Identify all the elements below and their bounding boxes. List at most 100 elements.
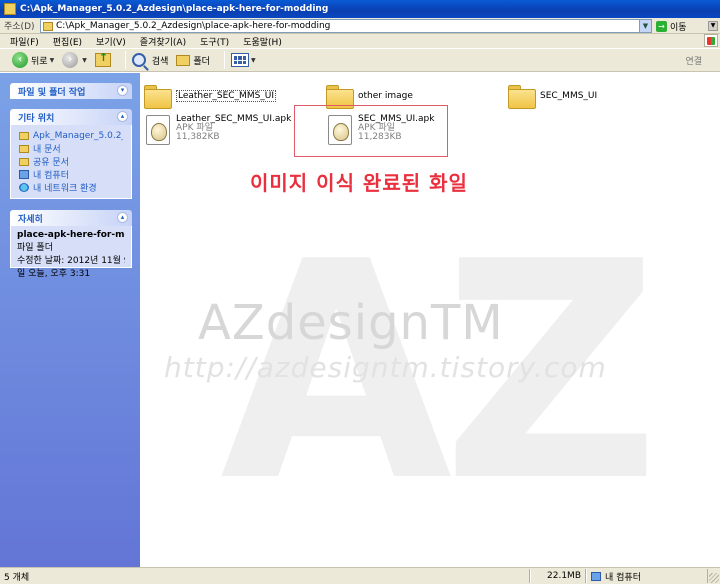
folders-button[interactable]: 폴더 xyxy=(176,54,210,67)
forward-button[interactable]: › ▼ xyxy=(62,52,87,68)
place-label: 내 문서 xyxy=(33,145,61,155)
folder-label: other image xyxy=(358,91,413,101)
address-path: C:\Apk_Manager_5.0.2_Azdesign\place-apk-… xyxy=(56,21,331,31)
annotation-highlight-box xyxy=(294,105,448,157)
file-item-leather-apk[interactable]: Leather_SEC_MMS_UI.apk APK 파일 11,382KB xyxy=(146,115,291,145)
menu-edit[interactable]: 편집(E) xyxy=(53,35,82,48)
computer-icon xyxy=(19,170,29,179)
toolbar: ‹ 뒤로 ▼ › ▼ 검색 폴더 ▼ 연결 xyxy=(0,48,720,72)
place-link-my-network[interactable]: 내 네트워크 환경 xyxy=(19,181,123,194)
windows-logo-icon xyxy=(704,34,718,47)
status-location: 내 컴퓨터 xyxy=(586,569,708,583)
status-bar: 5 개체 22.1MB 내 컴퓨터 xyxy=(0,567,720,584)
details-name: place-apk-here-for-mod xyxy=(17,230,125,240)
status-count: 5 개체 xyxy=(0,569,530,583)
menu-view[interactable]: 보기(V) xyxy=(96,35,126,48)
menu-tools[interactable]: 도구(T) xyxy=(200,35,229,48)
back-arrow-icon: ‹ xyxy=(12,52,28,68)
folder-icon xyxy=(176,54,191,66)
chevron-down-icon[interactable]: ▼ xyxy=(639,20,651,32)
toolbar-separator xyxy=(223,51,225,69)
computer-icon xyxy=(591,571,601,581)
folder-icon xyxy=(19,157,29,166)
menu-file[interactable]: 파일(F) xyxy=(10,35,39,48)
up-folder-icon xyxy=(94,51,111,67)
folder-icon xyxy=(19,144,29,153)
address-label: 주소(D) xyxy=(4,22,35,32)
folder-icon xyxy=(144,85,172,109)
folder-icon xyxy=(43,21,53,31)
chevron-down-icon[interactable]: ▾ xyxy=(117,85,128,96)
panel-header[interactable]: 자세히 ▴ xyxy=(10,210,132,226)
resize-grip[interactable] xyxy=(709,573,719,583)
chevron-down-icon[interactable]: ▼ xyxy=(708,21,718,31)
go-label: 이동 xyxy=(670,23,687,33)
apk-file-icon xyxy=(146,115,170,145)
chevron-down-icon[interactable]: ▼ xyxy=(251,57,256,64)
panel-title: 기타 위치 xyxy=(18,113,55,124)
place-label: 내 컴퓨터 xyxy=(33,171,69,181)
chevron-up-icon[interactable]: ▴ xyxy=(117,111,128,122)
views-icon xyxy=(230,53,249,67)
menu-bar: 파일(F) 편집(E) 보기(V) 즐겨찾기(A) 도구(T) 도움말(H) xyxy=(0,34,720,48)
file-folder-tasks-panel: 파일 및 폴더 작업 ▾ xyxy=(10,83,132,99)
menu-favorites[interactable]: 즐겨찾기(A) xyxy=(140,35,186,48)
file-list-view[interactable]: AZ AZdesignTM http://azdesigntm.tistory.… xyxy=(140,73,720,567)
folder-icon xyxy=(4,3,16,15)
window-title: C:\Apk_Manager_5.0.2_Azdesign\place-apk-… xyxy=(20,4,329,14)
back-button[interactable]: ‹ 뒤로 ▼ xyxy=(12,52,54,68)
folder-icon xyxy=(508,85,536,109)
folder-icon xyxy=(19,131,29,140)
panel-body: place-apk-here-for-mod 파일 폴더 수정한 날짜: 201… xyxy=(10,226,132,279)
watermark-url: http://azdesigntm.tistory.com xyxy=(164,351,607,384)
panel-title: 자세히 xyxy=(18,214,43,225)
search-icon xyxy=(131,53,146,67)
panel-header[interactable]: 기타 위치 ▴ xyxy=(10,109,132,125)
folders-label: 폴더 xyxy=(193,56,210,67)
toolbar-separator xyxy=(124,51,126,69)
place-link-shared-documents[interactable]: 공유 문서 xyxy=(19,155,123,168)
menu-help[interactable]: 도움말(H) xyxy=(243,35,282,48)
chevron-down-icon[interactable]: ▼ xyxy=(50,57,55,64)
file-size: 11,382KB xyxy=(176,132,220,142)
other-places-panel: 기타 위치 ▴ Apk_Manager_5.0.2_Az 내 문서 공유 문서 … xyxy=(10,109,132,199)
back-label: 뒤로 xyxy=(31,56,48,67)
folder-item-sec-mms-ui[interactable]: SEC_MMS_UI xyxy=(508,83,597,109)
go-arrow-icon: → xyxy=(656,21,667,32)
go-button[interactable]: → 이동 xyxy=(656,20,687,33)
links-label[interactable]: 연결 xyxy=(685,54,702,67)
watermark-brand: AZdesignTM xyxy=(198,295,504,351)
chevron-down-icon[interactable]: ▼ xyxy=(82,57,87,64)
details-type: 파일 폴더 xyxy=(17,243,53,253)
status-size: 22.1MB xyxy=(530,569,586,583)
panel-body: Apk_Manager_5.0.2_Az 내 문서 공유 문서 내 컴퓨터 내 … xyxy=(10,125,132,199)
panel-header[interactable]: 파일 및 폴더 작업 ▾ xyxy=(10,83,132,99)
address-input[interactable]: C:\Apk_Manager_5.0.2_Azdesign\place-apk-… xyxy=(40,19,652,33)
status-location-label: 내 컴퓨터 xyxy=(605,572,641,583)
place-link-my-documents[interactable]: 내 문서 xyxy=(19,142,123,155)
details-modified: 수정한 날짜: 2012년 11월 9 xyxy=(17,256,125,266)
address-bar: 주소(D) C:\Apk_Manager_5.0.2_Azdesign\plac… xyxy=(0,18,720,34)
place-link-my-computer[interactable]: 내 컴퓨터 xyxy=(19,168,123,181)
folder-label: SEC_MMS_UI xyxy=(540,91,598,101)
forward-arrow-icon: › xyxy=(62,52,79,68)
search-button[interactable]: 검색 xyxy=(131,53,169,67)
place-label: 내 네트워크 환경 xyxy=(33,184,97,194)
up-folder-button[interactable] xyxy=(94,51,111,67)
annotation-caption: 이미지 이식 완료된 화일 xyxy=(250,171,468,195)
task-pane: 파일 및 폴더 작업 ▾ 기타 위치 ▴ Apk_Manager_5.0.2_A… xyxy=(0,73,140,567)
network-icon xyxy=(19,183,29,192)
place-link-apk-manager[interactable]: Apk_Manager_5.0.2_Az xyxy=(19,129,123,142)
details-modified-time: 일 오늘, 오후 3:31 xyxy=(17,269,91,279)
folder-item-leather[interactable]: Leather_SEC_MMS_UI xyxy=(144,83,277,109)
views-button[interactable]: ▼ xyxy=(230,53,256,67)
panel-title: 파일 및 폴더 작업 xyxy=(18,87,86,98)
search-label: 검색 xyxy=(151,56,169,67)
details-panel: 자세히 ▴ place-apk-here-for-mod 파일 폴더 수정한 날… xyxy=(10,210,132,279)
folder-icon xyxy=(326,85,354,109)
title-bar[interactable]: C:\Apk_Manager_5.0.2_Azdesign\place-apk-… xyxy=(0,0,720,18)
place-label: Apk_Manager_5.0.2_Az xyxy=(33,130,123,141)
folder-label: Leather_SEC_MMS_UI xyxy=(176,90,277,102)
place-label: 공유 문서 xyxy=(33,158,69,168)
chevron-up-icon[interactable]: ▴ xyxy=(117,212,128,223)
